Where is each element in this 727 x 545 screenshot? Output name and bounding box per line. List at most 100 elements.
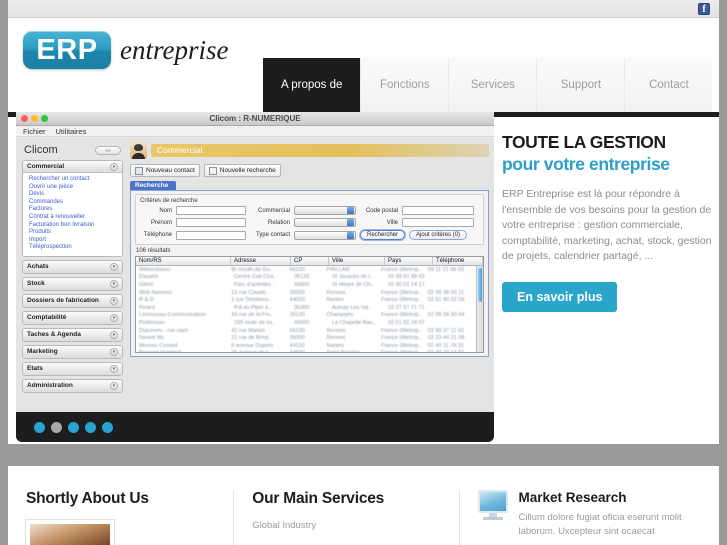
app-banner-title: Commercial	[151, 144, 489, 157]
sidebar-link-devis[interactable]: Devis	[29, 191, 118, 199]
slider-dot-3[interactable]	[68, 421, 79, 433]
col-header-adresse[interactable]: Adresse	[231, 257, 291, 265]
slider-dot-4[interactable]	[85, 421, 96, 433]
table-row[interactable]: Serant Nu 21 rue de Brest 35000 Rennes Franc…	[136, 334, 483, 342]
table-row[interactable]: Publimaxo 195 route de su.. 44000 La Chapel…	[136, 319, 483, 327]
table-cell: Wilmestanoc	[139, 266, 171, 273]
col-header-cp[interactable]: CP	[291, 257, 329, 265]
sidebar-link-import[interactable]: Import	[29, 237, 118, 245]
slider-dot-1[interactable]	[34, 421, 45, 433]
table-row[interactable]: Dauarin Centre Cial Cha.. 35120 St Jacques …	[136, 274, 483, 282]
sidebar-group-header-dossiers[interactable]: Dossiers de fabrication ▾	[23, 294, 122, 307]
table-cell: 44000	[294, 319, 310, 326]
table-row[interactable]: Web Numeric 12 rue Claude.. 35000 Rennes Fra…	[136, 289, 483, 297]
results-scrollbar[interactable]	[476, 266, 483, 352]
sidebar-group-header-administration[interactable]: Administration ▾	[23, 379, 122, 392]
table-row[interactable]: R & D 1 rue Stephens.. 44000 Nantes France (…	[136, 296, 483, 304]
sidebar-group-links: Rechercher un contact Ouvrir une pièce D…	[23, 173, 122, 256]
results-grid-body[interactable]: Wilmestanoc Bt mouth de Gu.. 56220 PIRLLAN F…	[136, 266, 483, 352]
sidebar-group-header-etats[interactable]: Etats ▾	[23, 362, 122, 375]
table-row[interactable]: Moreau Conseil 8 avenue Dupont 44100 Nantes…	[136, 342, 483, 350]
telephone-input[interactable]	[176, 230, 246, 240]
nav-item-services[interactable]: Services	[448, 58, 537, 112]
tab-recherche[interactable]: Recherche	[130, 181, 177, 190]
chevron-down-icon[interactable]: ▾	[110, 381, 118, 390]
app-main-panel: Commercial Nouveau contact Nouvelle rech…	[128, 138, 494, 412]
table-row[interactable]: Bernard Humbert25 avenue de l'..44600Sai…	[136, 350, 483, 352]
chevron-down-icon[interactable]: ▾	[110, 330, 118, 339]
table-cell: 195 route de su..	[234, 319, 276, 326]
ville-input[interactable]	[402, 218, 474, 227]
sidebar-group-header-taches[interactable]: Taches & Agenda ▾	[23, 328, 122, 341]
nouvelle-recherche-button[interactable]: Nouvelle recherche	[203, 164, 281, 177]
col-header-ville[interactable]: Ville	[329, 257, 385, 265]
table-cell: Nantes	[326, 342, 344, 349]
sidebar-group-label: Achats	[27, 263, 49, 271]
col-header-telephone[interactable]: Téléphone	[433, 257, 483, 265]
sidebar-group-header-stock[interactable]: Stock ▾	[23, 277, 122, 290]
en-savoir-plus-button[interactable]: En savoir plus	[502, 281, 618, 312]
table-row[interactable]: Diacmom - rue ciani 41 rue Marion 56100 Ren…	[136, 327, 483, 335]
table-cell: 1 rue Stephens..	[231, 297, 272, 304]
facebook-icon[interactable]: f	[698, 3, 710, 15]
sidebar-group-header-marketing[interactable]: Marketing ▾	[23, 345, 122, 358]
rechercher-button[interactable]: Rechercher	[360, 230, 406, 240]
sidebar-link-produits[interactable]: Produits	[29, 229, 118, 237]
sidebar-link-rechercher-un-contact[interactable]: Rechercher un contact	[29, 176, 118, 184]
nav-item-a-propos-de[interactable]: A propos de	[263, 58, 361, 112]
logo-badge: ERP	[23, 31, 111, 69]
table-row[interactable]: Gibrin Parc d'activités.. 44800 St Hilaire …	[136, 281, 483, 289]
chevron-down-icon[interactable]: ▾	[110, 279, 118, 288]
chevron-down-icon[interactable]: ▾	[110, 313, 118, 322]
sidebar-group-stock: Stock ▾	[22, 276, 123, 291]
site-logo[interactable]: ERP entreprise	[23, 31, 228, 69]
table-cell: 41 rue Marion	[231, 327, 266, 334]
menu-fichier[interactable]: Fichier	[23, 127, 46, 136]
hero-heading-line1: TOUTE LA GESTION	[502, 132, 666, 152]
sidebar-link-commandes[interactable]: Commandes	[29, 199, 118, 207]
col-header-nom-rs[interactable]: Nom/RS	[136, 257, 231, 265]
nom-input[interactable]	[176, 206, 246, 215]
sidebar-group-header-comptabilite[interactable]: Comptabilité ▾	[23, 311, 122, 324]
sidebar-link-contrat-a-renouveller[interactable]: Contrat à renouveller	[29, 214, 118, 222]
code-postal-input[interactable]	[402, 206, 474, 215]
slider-dot-2[interactable]	[51, 421, 62, 433]
nav-item-contact[interactable]: Contact	[624, 58, 713, 112]
sidebar-group-header-commercial[interactable]: Commercial ▾	[23, 161, 122, 173]
nouvelle-recherche-label: Nouvelle recherche	[219, 167, 276, 174]
prenom-label: Prenom	[150, 219, 172, 226]
nav-item-support[interactable]: Support	[536, 58, 625, 112]
chevron-down-icon[interactable]: ▾	[110, 262, 118, 271]
sidebar-link-factures[interactable]: Factures	[29, 206, 118, 214]
results-scrollbar-thumb[interactable]	[478, 268, 482, 302]
relation-select[interactable]	[294, 218, 356, 227]
chevron-down-icon[interactable]: ▾	[110, 296, 118, 305]
app-menubar: Fichier Utilitaires	[16, 126, 494, 137]
menu-utilitaires[interactable]: Utilitaires	[56, 127, 87, 136]
table-row[interactable]: Wilmestanoc Bt mouth de Gu.. 56220 PIRLLAN F…	[136, 266, 483, 274]
sidebar-link-ouvrir-une-piece[interactable]: Ouvrir une pièce	[29, 184, 118, 192]
sidebar-link-teleprospection[interactable]: Téléprospection	[29, 244, 118, 252]
app-sidebar: Clicom «« Commercial ▾ Rechercher un con…	[16, 138, 128, 412]
criteria-row-1: Nom Commercial Code postal	[140, 206, 479, 215]
table-row[interactable]: Pinard P.A du Pipin 4.. 35300 Aulnay Les Va…	[136, 304, 483, 312]
sidebar-link-facturation-bon-livraison[interactable]: Facturation bon livraison	[29, 222, 118, 230]
ajout-criteres-button[interactable]: Ajout critères (0)	[409, 230, 468, 240]
table-cell: Moreau Conseil	[139, 342, 178, 349]
sidebar-group-header-achats[interactable]: Achats ▾	[23, 260, 122, 273]
nouveau-contact-button[interactable]: Nouveau contact	[130, 164, 200, 177]
nav-item-fonctions[interactable]: Fonctions	[360, 58, 449, 112]
slider-dot-5[interactable]	[102, 421, 113, 433]
chevron-down-icon[interactable]: ▾	[110, 162, 118, 171]
table-row[interactable]: Lemousiau Communication 10 rue de la Fro.…	[136, 312, 483, 320]
monitor-screen	[478, 490, 509, 513]
commercial-select[interactable]	[294, 206, 356, 215]
type-contact-select[interactable]	[294, 230, 356, 240]
sidebar-collapse-button[interactable]: ««	[95, 145, 121, 155]
prenom-input[interactable]	[176, 218, 246, 227]
chevron-down-icon[interactable]: ▾	[110, 347, 118, 356]
slider-dots	[16, 412, 494, 442]
col-header-pays[interactable]: Pays	[385, 257, 433, 265]
code-postal-label: Code postal	[365, 207, 398, 214]
chevron-down-icon[interactable]: ▾	[110, 364, 118, 373]
